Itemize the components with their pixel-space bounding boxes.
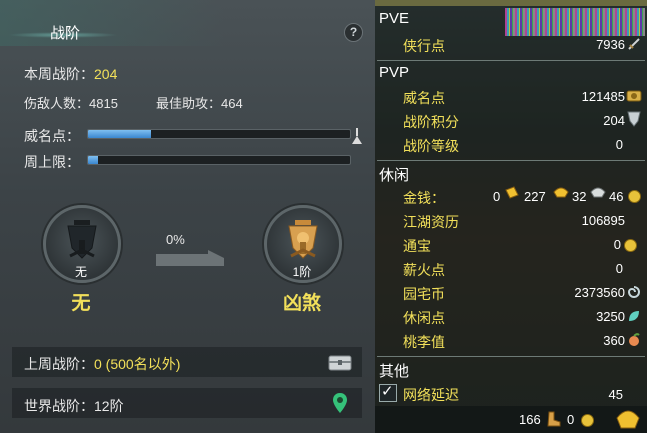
divider: [377, 160, 645, 161]
leisure-header: 休闲: [379, 167, 410, 184]
panel-title: 战阶: [50, 25, 81, 42]
rank-panel: 战阶 ? 本周战阶：204 伤敌人数：4815 最佳助攻：464 威名点： 周上…: [0, 0, 375, 433]
gold-b: 32: [572, 189, 587, 204]
rank-badge-icon: [627, 111, 641, 127]
weekly-cap-label: 周上限：: [24, 154, 80, 170]
map-pin-icon[interactable]: [332, 393, 348, 413]
gold-label: 金钱：: [403, 190, 445, 206]
xinhuo-label: 薪火点: [403, 262, 445, 278]
currency-panel: PVE 侠行点 7936 PVP 威名点 121485 战阶积分 204 战阶等…: [375, 0, 647, 433]
jianghu-value: 106895: [581, 213, 625, 228]
prestige-token-icon: [626, 90, 642, 102]
pve-header: PVE: [379, 10, 410, 27]
latency-value: 45: [608, 387, 623, 402]
tongbao-label: 通宝: [403, 238, 431, 254]
last-week-rank: 上周战阶：0 (500名以外): [24, 354, 180, 374]
xiuxian-value: 3250: [596, 309, 625, 324]
latency-checkbox[interactable]: ✓: [379, 383, 397, 402]
zhanjie-points-label: 战阶积分: [403, 114, 459, 130]
rank-progress-percent: 0%: [166, 232, 185, 247]
leaf-icon: [629, 311, 639, 321]
kills-label: 伤敌人数：: [24, 96, 90, 111]
tongbao-coin-icon: [624, 239, 637, 252]
weekly-rank-value: 204: [94, 66, 118, 82]
assists-stat: 最佳助攻：464: [156, 93, 243, 112]
gold-a: 227: [524, 189, 546, 204]
last-week-value: 0 (500名以外): [94, 356, 181, 372]
gold-ingot-icon: [553, 187, 569, 198]
prestige-label: 威名点：: [24, 128, 80, 144]
divider: [377, 356, 645, 357]
jianghu-label: 江湖资历: [403, 214, 459, 230]
ingot-shop-icon[interactable]: [615, 408, 641, 430]
divider: [377, 60, 645, 61]
weiming-value: 121485: [581, 89, 625, 104]
weiming-label: 威名点: [403, 90, 445, 106]
zhanjie-level-label: 战阶等级: [403, 138, 459, 154]
latency-label: 网络延迟: [403, 387, 459, 403]
cap-marker-icon: [352, 128, 362, 144]
boot-icon[interactable]: [545, 411, 561, 427]
assists-value: 464: [221, 96, 243, 111]
yuanzhai-label: 园宅币: [403, 286, 445, 302]
chest-icon[interactable]: [328, 353, 352, 371]
weekly-cap-bar: [87, 155, 351, 165]
kills-value: 4815: [89, 96, 118, 111]
tongbao-value: 0: [613, 237, 621, 252]
other-header: 其他: [379, 363, 410, 380]
weekly-rank: 本周战阶：204: [24, 64, 117, 84]
kills-stat: 伤敌人数：4815: [24, 93, 118, 112]
xiaxing-label: 侠行点: [403, 38, 445, 54]
world-rank-value: 12阶: [94, 398, 124, 414]
taoli-label: 桃李值: [403, 334, 445, 350]
pvp-header: PVP: [379, 64, 410, 81]
footer-value-a: 166: [519, 412, 541, 427]
world-rank-label: 世界战阶：: [24, 398, 94, 414]
xiaxing-value: 7936: [596, 37, 625, 52]
current-rank-small: 无: [74, 265, 87, 279]
world-rank: 世界战阶：12阶: [24, 396, 124, 416]
footer-bar: 166 0: [375, 406, 647, 433]
taoli-value: 360: [603, 333, 625, 348]
xiuxian-label: 休闲点: [403, 310, 445, 326]
zhanjie-level-value: 0: [615, 137, 623, 152]
weekly-cap-bar-fill: [88, 156, 99, 164]
zhanjie-points-value: 204: [603, 113, 625, 128]
prestige-bar-fill: [88, 130, 151, 138]
arrow-right-icon: [156, 250, 224, 266]
footer-value-b: 0: [567, 412, 575, 427]
prestige-bar: [87, 129, 351, 139]
background-texture: [505, 8, 645, 36]
copper-coin-icon: [628, 190, 641, 203]
help-button[interactable]: ?: [344, 23, 363, 42]
rank-flag-icon: [67, 220, 97, 259]
last-week-label: 上周战阶：: [24, 356, 94, 372]
top-strip: [375, 0, 647, 6]
next-rank-small: 1阶: [292, 265, 312, 279]
next-rank-name: 凶煞: [282, 293, 321, 314]
gold-bar-icon: [505, 186, 519, 199]
current-rank-name: 无: [71, 293, 91, 314]
gold-c: 46: [609, 189, 624, 204]
peach-icon: [629, 333, 640, 346]
xinhuo-value: 0: [615, 261, 623, 276]
yuanzhai-value: 2373560: [574, 285, 625, 300]
swirl-icon: [627, 286, 640, 298]
footer-coin-icon[interactable]: [581, 414, 594, 427]
silver-ingot-icon: [590, 187, 606, 198]
gold-zero: 0: [493, 189, 501, 204]
weekly-rank-label: 本周战阶：: [24, 66, 94, 82]
rank-flag-icon: [288, 220, 318, 259]
assists-label: 最佳助攻：: [156, 96, 222, 111]
sword-icon: [628, 38, 640, 50]
